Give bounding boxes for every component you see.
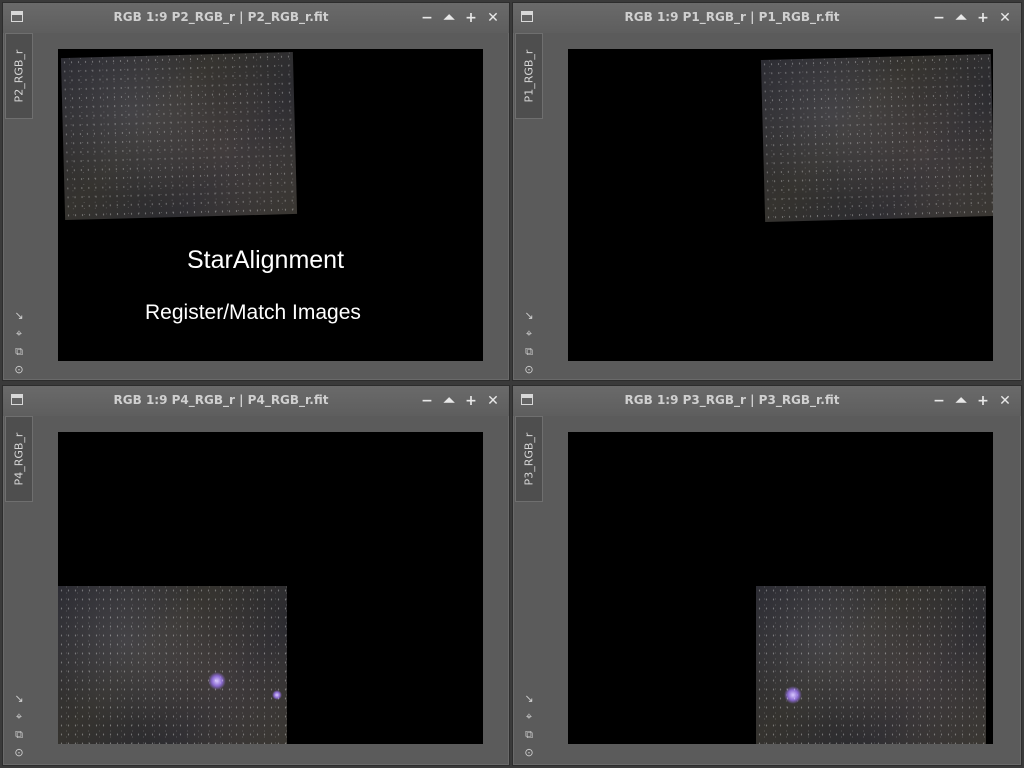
fit-view-icon[interactable]: ↘ [12,691,26,706]
fit-view-icon[interactable]: ↘ [522,691,536,706]
minimize-button[interactable]: − [417,391,437,411]
window-title: RGB 1:9 P1_RGB_r | P1_RGB_r.fit [624,10,840,24]
view-identifier-tab[interactable]: P3_RGB_r [515,416,543,502]
shade-button[interactable]: ⏶ [951,391,971,411]
clone-view-icon[interactable]: ⧉ [12,727,26,742]
overlay-subheading: Register/Match Images [145,301,361,324]
title-bar[interactable]: RGB 1:9 P1_RGB_r | P1_RGB_r.fit − ⏶ + ✕ [513,3,1021,33]
star-field-image [760,54,993,222]
overlay-heading: StarAlignment [187,246,345,274]
view-identifier-tab[interactable]: P1_RGB_r [515,33,543,119]
target-icon[interactable]: ⊙ [12,745,26,760]
shade-button[interactable]: ⏶ [951,8,971,28]
image-window-p3[interactable]: RGB 1:9 P3_RGB_r | P3_RGB_r.fit − ⏶ + ✕ … [512,385,1022,766]
window-title: RGB 1:9 P4_RGB_r | P4_RGB_r.fit [113,393,329,407]
star-field-image [60,51,298,221]
window-icon[interactable] [11,394,23,405]
close-button[interactable]: ✕ [995,8,1015,28]
view-identifier-label: P2_RGB_r [12,49,26,103]
window-icon[interactable] [11,11,23,22]
maximize-button[interactable]: + [461,8,481,28]
maximize-button[interactable]: + [973,8,993,28]
shade-button[interactable]: ⏶ [439,8,459,28]
image-viewport[interactable]: StarAlignment Register/Match Images [58,49,483,361]
star-field-image [756,586,986,744]
image-window-p4[interactable]: RGB 1:9 P4_RGB_r | P4_RGB_r.fit − ⏶ + ✕ … [2,385,510,766]
close-button[interactable]: ✕ [483,391,503,411]
title-bar[interactable]: RGB 1:9 P3_RGB_r | P3_RGB_r.fit − ⏶ + ✕ [513,386,1021,416]
zoom-center-icon[interactable]: ⌖ [522,326,536,341]
minimize-button[interactable]: − [929,8,949,28]
window-icon[interactable] [521,394,533,405]
target-icon[interactable]: ⊙ [522,745,536,760]
star-field-image [58,586,287,744]
window-icon[interactable] [521,11,533,22]
close-button[interactable]: ✕ [995,391,1015,411]
target-icon[interactable]: ⊙ [12,362,26,377]
maximize-button[interactable]: + [461,391,481,411]
image-window-p1[interactable]: RGB 1:9 P1_RGB_r | P1_RGB_r.fit − ⏶ + ✕ … [512,2,1022,381]
image-viewport[interactable] [58,432,483,744]
target-icon[interactable]: ⊙ [522,362,536,377]
view-identifier-tab[interactable]: P4_RGB_r [5,416,33,502]
fit-view-icon[interactable]: ↘ [12,308,26,323]
clone-view-icon[interactable]: ⧉ [522,727,536,742]
clone-view-icon[interactable]: ⧉ [522,344,536,359]
image-viewport[interactable] [568,432,993,744]
nebula [784,686,802,704]
image-window-p2[interactable]: RGB 1:9 P2_RGB_r | P2_RGB_r.fit − ⏶ + ✕ … [2,2,510,381]
view-identifier-label: P4_RGB_r [12,432,26,486]
nebula [272,690,282,700]
nebula [208,672,226,690]
title-bar[interactable]: RGB 1:9 P2_RGB_r | P2_RGB_r.fit − ⏶ + ✕ [3,3,509,33]
shade-button[interactable]: ⏶ [439,391,459,411]
close-button[interactable]: ✕ [483,8,503,28]
image-viewport[interactable] [568,49,993,361]
clone-view-icon[interactable]: ⧉ [12,344,26,359]
view-identifier-label: P3_RGB_r [522,432,536,486]
fit-view-icon[interactable]: ↘ [522,308,536,323]
minimize-button[interactable]: − [929,391,949,411]
minimize-button[interactable]: − [417,8,437,28]
view-identifier-tab[interactable]: P2_RGB_r [5,33,33,119]
maximize-button[interactable]: + [973,391,993,411]
view-identifier-label: P1_RGB_r [522,49,536,103]
zoom-center-icon[interactable]: ⌖ [522,709,536,724]
zoom-center-icon[interactable]: ⌖ [12,326,26,341]
window-title: RGB 1:9 P2_RGB_r | P2_RGB_r.fit [113,10,329,24]
zoom-center-icon[interactable]: ⌖ [12,709,26,724]
title-bar[interactable]: RGB 1:9 P4_RGB_r | P4_RGB_r.fit − ⏶ + ✕ [3,386,509,416]
window-title: RGB 1:9 P3_RGB_r | P3_RGB_r.fit [624,393,840,407]
